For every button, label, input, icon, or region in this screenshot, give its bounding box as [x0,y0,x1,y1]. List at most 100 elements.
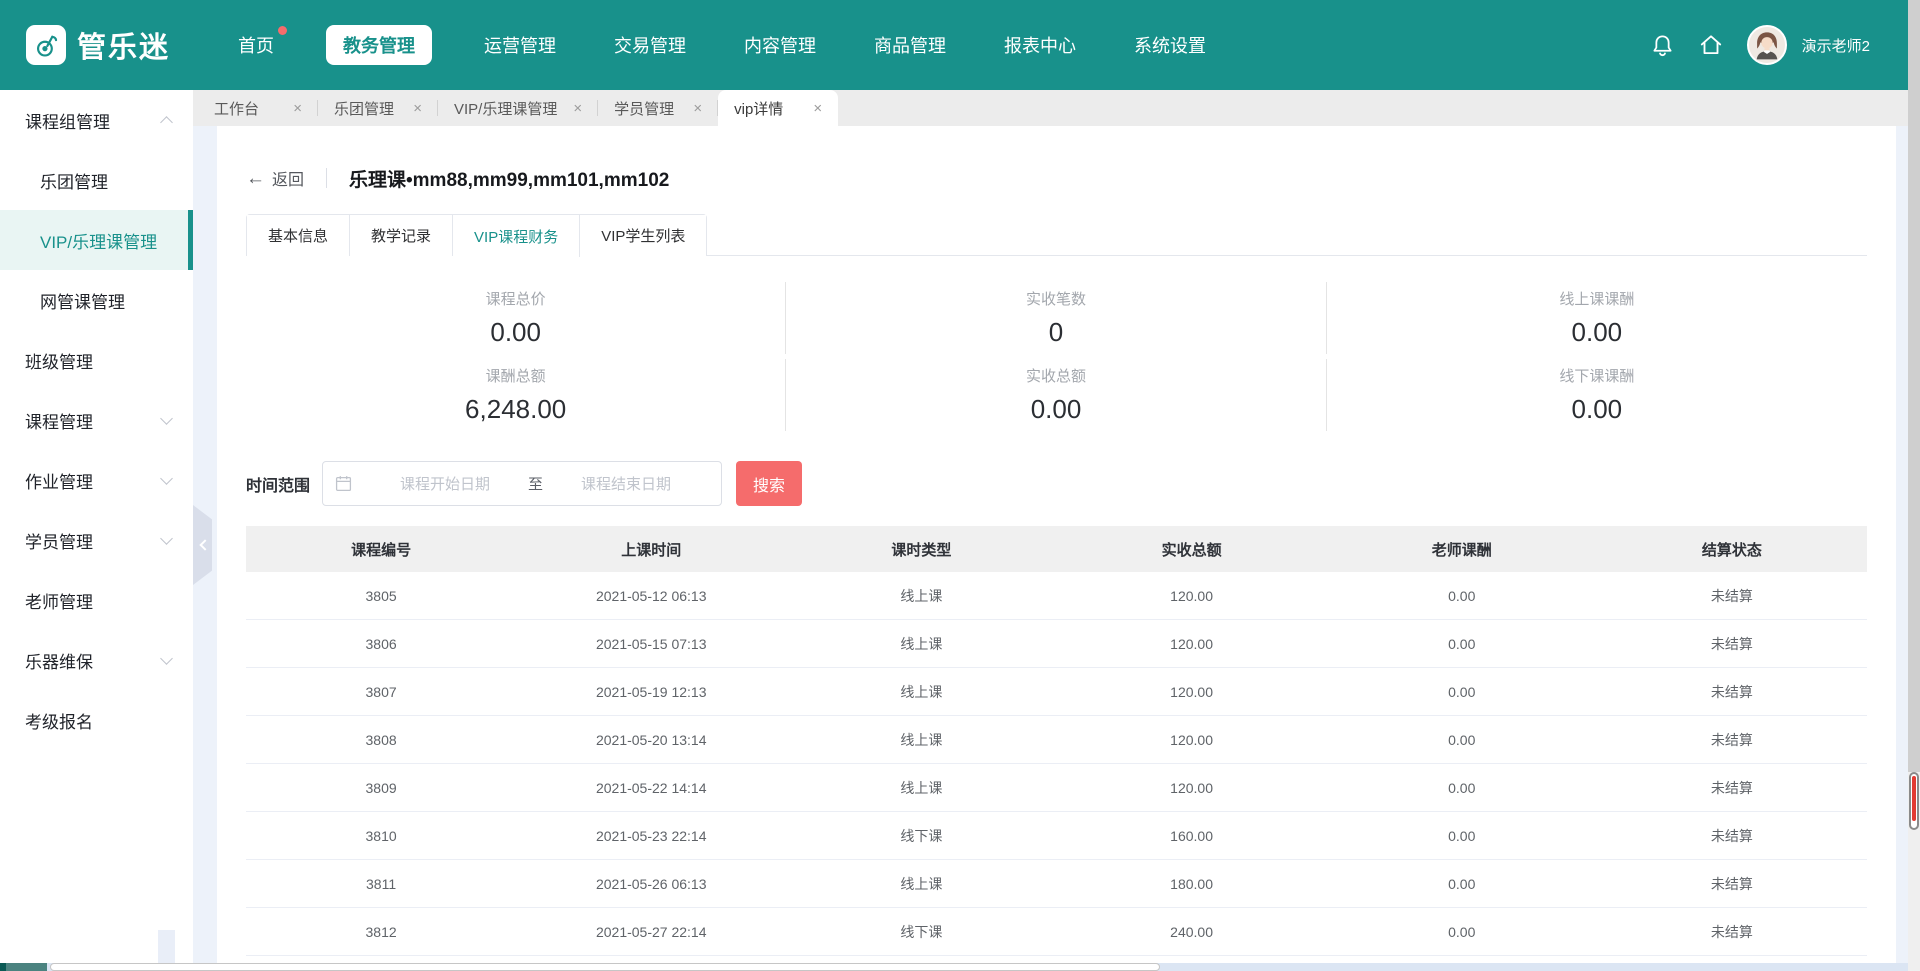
vertical-scrollbar-track[interactable] [1908,0,1920,772]
sidebar-item[interactable]: 学员管理 [0,510,193,570]
search-button[interactable]: 搜索 [736,461,802,506]
date-range-input[interactable]: 课程开始日期 至 课程结束日期 [322,461,722,506]
start-date-placeholder[interactable]: 课程开始日期 [362,473,528,494]
table-row[interactable]: 38122021-05-27 22:14线下课240.000.00未结算 [246,908,1867,956]
table-row[interactable]: 38052021-05-12 06:13线上课120.000.00未结算 [246,572,1867,620]
table-row[interactable]: 38082021-05-20 13:14线上课120.000.00未结算 [246,716,1867,764]
nav-item[interactable]: 教务管理 [326,25,432,65]
detail-tab[interactable]: VIP课程财务 [453,215,580,257]
hscroll-left-segment2 [6,963,47,971]
open-tab[interactable]: 学员管理× [598,90,718,126]
open-tab[interactable]: 乐团管理× [318,90,438,126]
nav-item[interactable]: 交易管理 [608,25,692,65]
stat-label: 实收总额 [1026,365,1086,386]
back-arrow-icon: ← [246,169,265,188]
close-icon[interactable]: × [293,100,302,117]
table-header-cell: 课程编号 [246,539,516,560]
horizontal-scrollbar[interactable] [0,963,1908,971]
table-row[interactable]: 38072021-05-19 12:13线上课120.000.00未结算 [246,668,1867,716]
table-cell: 2021-05-15 07:13 [516,636,786,652]
user-name[interactable]: 演示老师2 [1802,35,1870,56]
sidebar-item[interactable]: 乐器维保 [0,630,193,690]
scrollbar-red-indicator [1912,776,1916,821]
nav-item[interactable]: 系统设置 [1128,25,1212,65]
home-icon[interactable] [1698,32,1724,58]
table-cell: 3805 [246,588,516,604]
close-icon[interactable]: × [693,100,702,117]
sidebar-item[interactable]: 作业管理 [0,450,193,510]
sidebar-item[interactable]: 老师管理 [0,570,193,630]
table-cell: 3811 [246,876,516,892]
stat-column: 实收笔数0实收总额0.00 [786,282,1326,431]
back-button[interactable]: ← 返回 [246,166,304,190]
table-cell: 0.00 [1327,924,1597,940]
nav-item-label: 内容管理 [744,32,816,58]
sidebar-item[interactable]: 考级报名 [0,690,193,750]
nav-item-label: 报表中心 [1004,32,1076,58]
horizontal-scrollbar-thumb[interactable] [50,963,1160,971]
detail-tab[interactable]: 基本信息 [247,215,350,256]
back-label: 返回 [272,166,304,190]
sidebar-item[interactable]: 班级管理 [0,330,193,390]
open-tab[interactable]: VIP/乐理课管理× [438,90,598,126]
nav-item-label: 商品管理 [874,32,946,58]
detail-tab[interactable]: 教学记录 [350,215,453,256]
chevron-down-icon [160,472,173,485]
open-tab[interactable]: 工作台× [198,90,318,126]
table-row[interactable]: 38092021-05-22 14:14线上课120.000.00未结算 [246,764,1867,812]
table-cell: 未结算 [1597,922,1867,942]
detail-tab[interactable]: VIP学生列表 [580,215,706,256]
filter-row: 时间范围 课程开始日期 至 课程结束日期 搜索 [246,461,1867,506]
sidebar-item[interactable]: 课程管理 [0,390,193,450]
table-cell: 线上课 [786,682,1056,702]
nav-item-label: 交易管理 [614,32,686,58]
table-cell: 0.00 [1327,684,1597,700]
table-header-row: 课程编号上课时间课时类型实收总额老师课酬结算状态 [246,526,1867,572]
table-cell: 0.00 [1327,732,1597,748]
vertical-scrollbar[interactable] [1908,0,1920,971]
detail-card: ← 返回 乐理课•mm88,mm99,mm101,mm102 基本信息教学记录V… [217,126,1896,971]
end-date-placeholder[interactable]: 课程结束日期 [543,473,709,494]
table-header-cell: 实收总额 [1056,539,1326,560]
sidebar-item[interactable]: 课程组管理 [0,90,193,150]
stat-label: 课酬总额 [486,365,546,386]
open-tabs-bar: 工作台×乐团管理×VIP/乐理课管理×学员管理×vip详情× [193,90,1908,126]
sidebar-item-label: 乐团管理 [40,168,108,193]
sidebar-item-label: 乐器维保 [25,648,93,673]
vertical-scrollbar-thumb[interactable] [1909,772,1919,830]
table-cell: 2021-05-27 22:14 [516,924,786,940]
close-icon[interactable]: × [413,100,422,117]
open-tab[interactable]: vip详情× [718,90,838,126]
stat-cell: 课酬总额6,248.00 [246,359,786,431]
stat-value: 0.00 [1572,394,1623,425]
table-cell: 120.00 [1056,780,1326,796]
table-cell: 2021-05-20 13:14 [516,732,786,748]
nav-item[interactable]: 运营管理 [478,25,562,65]
nav-item[interactable]: 首页 [232,25,280,65]
brand[interactable]: 管乐迷 [26,24,170,66]
app-window: 管乐迷 首页 教务管理 运营管理 交易管理 内容管理 商品管理 报表中心 系统设置 [0,0,1920,971]
table-body: 38052021-05-12 06:13线上课120.000.00未结算3806… [246,572,1867,971]
notification-dot [278,26,287,35]
table-row[interactable]: 38102021-05-23 22:14线下课160.000.00未结算 [246,812,1867,860]
notification-bell-icon[interactable] [1650,32,1675,59]
nav-item[interactable]: 报表中心 [998,25,1082,65]
sidebar-item[interactable]: 乐团管理 [0,150,193,210]
nav-item[interactable]: 内容管理 [738,25,822,65]
sidebar-item-label: 老师管理 [25,588,93,613]
table-header-cell: 老师课酬 [1327,539,1597,560]
close-icon[interactable]: × [813,100,822,117]
sidebar-item[interactable]: VIP/乐理课管理 [0,210,193,270]
table-header-cell: 上课时间 [516,539,786,560]
stat-label: 线上课课酬 [1559,288,1634,309]
table-cell: 2021-05-23 22:14 [516,828,786,844]
close-icon[interactable]: × [573,100,582,117]
table-row[interactable]: 38112021-05-26 06:13线上课180.000.00未结算 [246,860,1867,908]
stat-value: 0 [1049,317,1063,348]
sidebar-item[interactable]: 网管课管理 [0,270,193,330]
table-cell: 3812 [246,924,516,940]
sidebar-item-label: VIP/乐理课管理 [40,228,157,253]
user-avatar[interactable] [1747,25,1787,65]
table-row[interactable]: 38062021-05-15 07:13线上课120.000.00未结算 [246,620,1867,668]
nav-item[interactable]: 商品管理 [868,25,952,65]
